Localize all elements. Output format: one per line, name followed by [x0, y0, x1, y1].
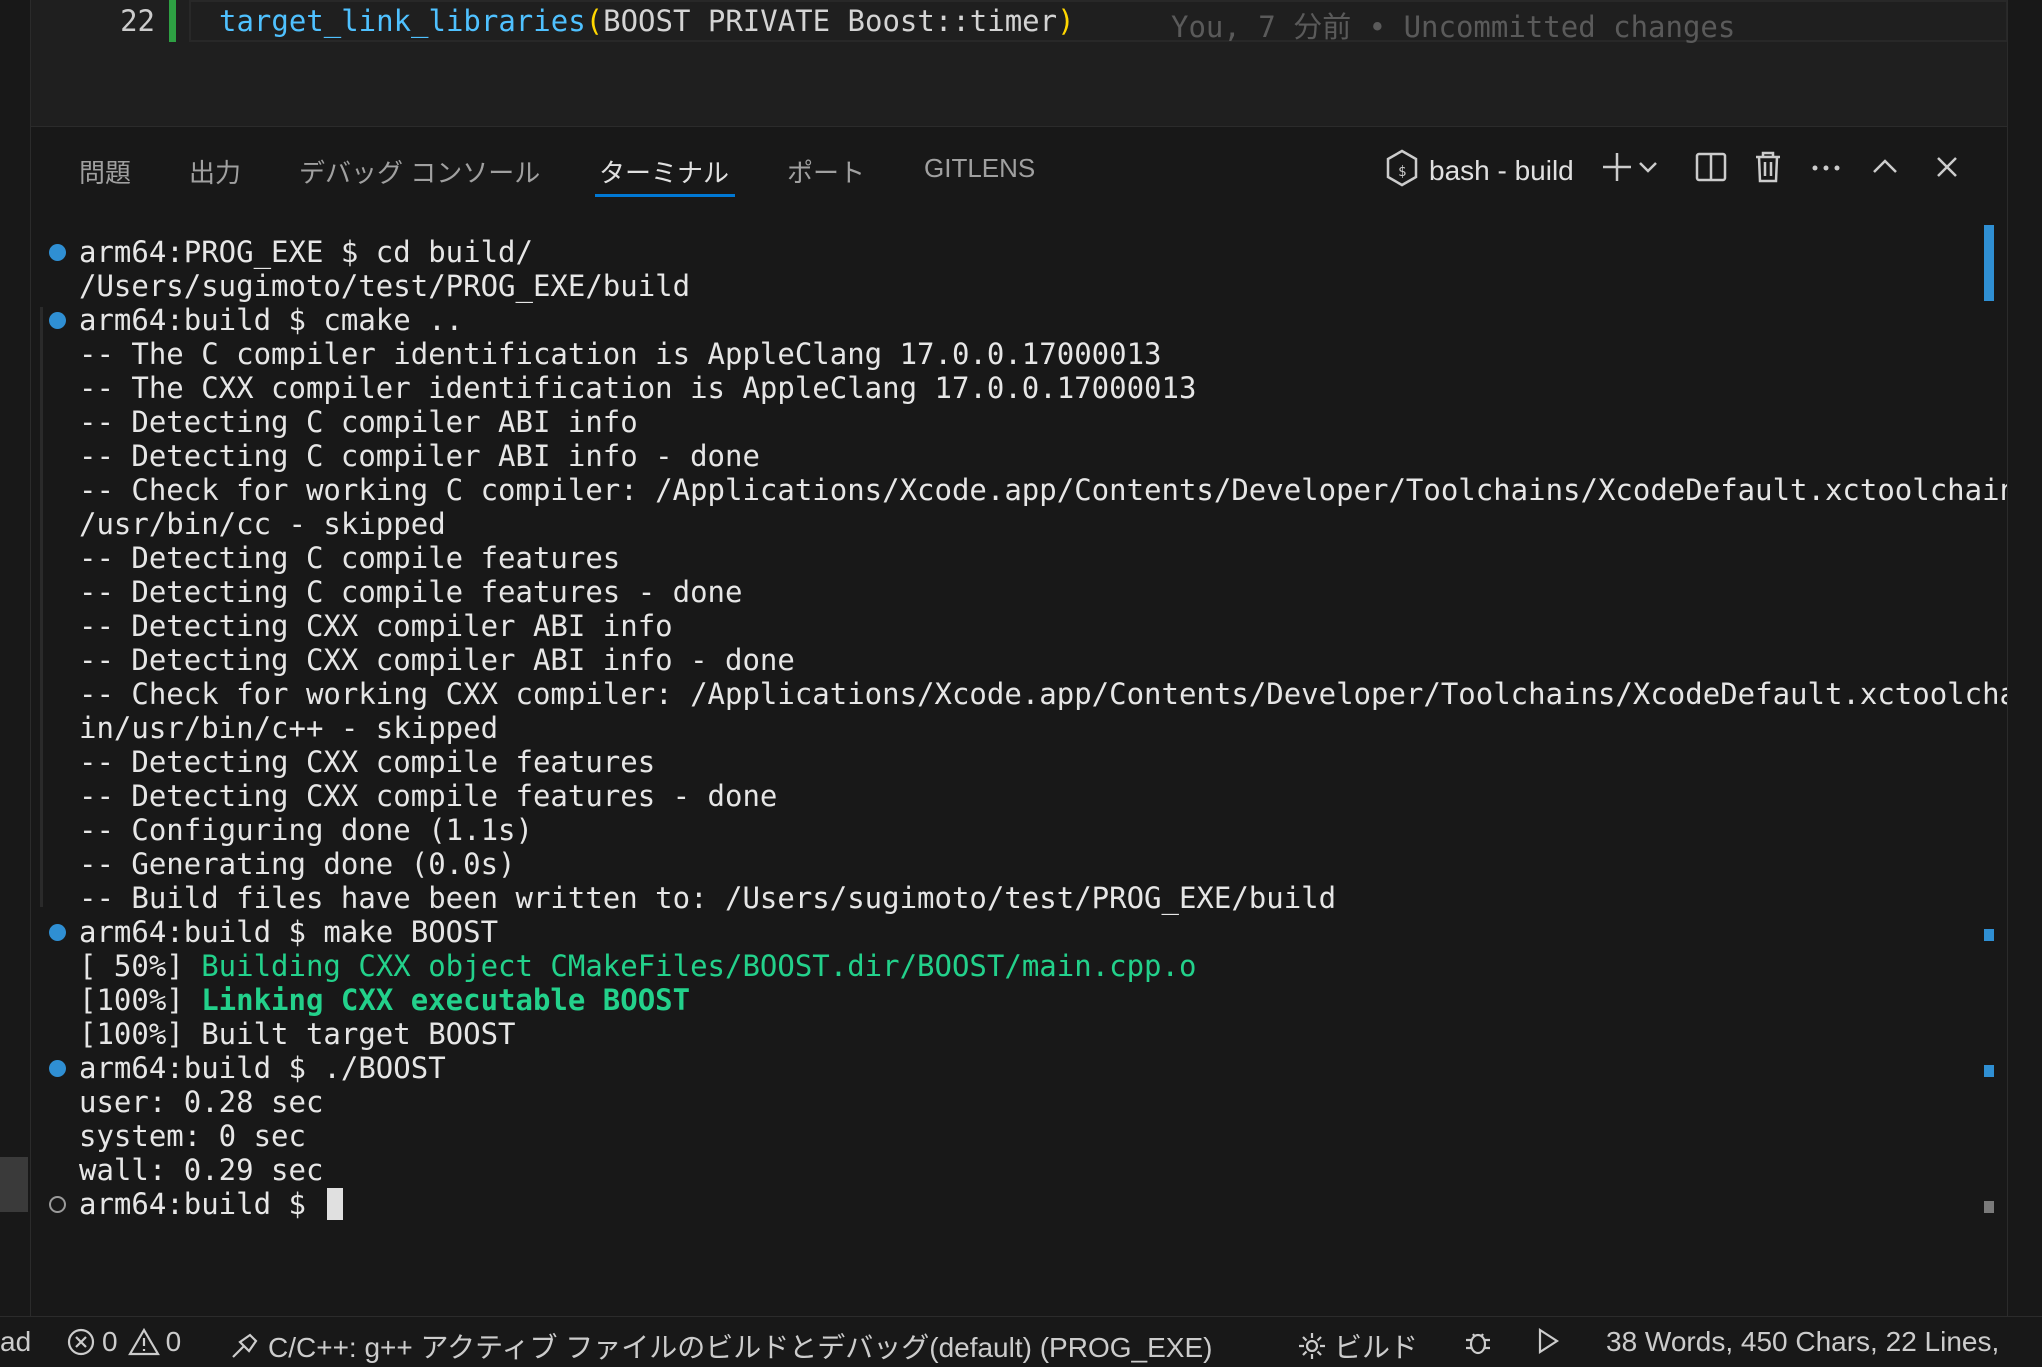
- error-icon: [67, 1328, 95, 1356]
- terminal-line: [100%] Built target BOOST: [79, 1017, 516, 1051]
- status-left-fragment[interactable]: ad: [0, 1326, 31, 1358]
- terminal-link-message: Linking CXX executable BOOST: [201, 983, 691, 1017]
- code-paren-close: ): [1057, 4, 1075, 38]
- panel-tab-bar: 問題 出力 デバッグ コンソール ターミナル ポート GITLENS $ bas…: [31, 127, 2008, 213]
- activity-bar: [0, 0, 31, 1316]
- svg-text:$: $: [1398, 164, 1406, 180]
- git-blame-annotation[interactable]: You, 7 分前 • Uncommitted changes: [1171, 4, 1735, 46]
- terminal-line: -- Configuring done (1.1s): [79, 813, 533, 847]
- git-modified-gutter[interactable]: [169, 0, 176, 42]
- terminal-line: in/usr/bin/c++ - skipped: [79, 711, 499, 745]
- scrollbar-marker: [1984, 929, 1994, 941]
- terminal-selector[interactable]: $ bash - build: [1385, 149, 1574, 192]
- terminal-prompt: arm64:build $: [79, 1187, 324, 1221]
- tab-ports[interactable]: ポート: [787, 153, 865, 190]
- terminal-line: -- Detecting C compiler ABI info - done: [79, 439, 760, 473]
- terminal-line: -- Detecting CXX compile features: [79, 745, 656, 779]
- warning-icon: [127, 1327, 160, 1356]
- terminal-line: wall: 0.29 sec: [79, 1153, 324, 1187]
- terminal-output[interactable]: arm64:PROG_EXE $ cd build/ /Users/sugimo…: [31, 227, 2017, 1316]
- code-args-token: BOOST PRIVATE Boost::timer: [603, 4, 1058, 38]
- terminal-progress: [100%]: [79, 983, 202, 1017]
- command-guide: [40, 307, 43, 907]
- error-count: 0: [102, 1326, 118, 1357]
- terminal-line: -- Detecting C compile features: [79, 541, 621, 575]
- activity-bar-indicator: [0, 1157, 28, 1212]
- terminal-line: -- Detecting C compile features - done: [79, 575, 743, 609]
- play-icon: [1538, 1327, 1560, 1355]
- terminal-prompt-line[interactable]: arm64:build $: [79, 1187, 344, 1221]
- build-label: ビルド: [1334, 1332, 1419, 1363]
- tab-terminal[interactable]: ターミナル: [599, 153, 729, 190]
- plus-icon[interactable]: [1597, 147, 1637, 187]
- tab-debug-console[interactable]: デバッグ コンソール: [299, 153, 540, 190]
- terminal-line: -- Generating done (0.0s): [79, 847, 516, 881]
- chevron-down-icon[interactable]: [1635, 147, 1661, 187]
- tab-problems[interactable]: 問題: [79, 153, 131, 190]
- terminal-line: [ 50%] Building CXX object CMakeFiles/BO…: [79, 949, 1196, 983]
- ellipsis-icon[interactable]: [1806, 147, 1846, 187]
- command-pending-decoration[interactable]: [49, 1196, 66, 1213]
- terminal-line: -- The C compiler identification is Appl…: [79, 337, 1162, 371]
- tools-icon: [232, 1333, 258, 1358]
- terminal-line: /Users/sugimoto/test/PROG_EXE/build: [79, 269, 691, 303]
- terminal-line: user: 0.28 sec: [79, 1085, 324, 1119]
- terminal-line: arm64:build $ cmake ..: [79, 303, 464, 337]
- terminal-build-message: Building CXX object CMakeFiles/BOOST.dir…: [201, 949, 1197, 983]
- terminal-line: /usr/bin/cc - skipped: [79, 507, 446, 541]
- code-line[interactable]: target_link_libraries(BOOST PRIVATE Boos…: [219, 4, 1075, 38]
- terminal-line: -- The CXX compiler identification is Ap…: [79, 371, 1197, 405]
- right-edge: [2007, 0, 2042, 1316]
- status-bar: ad 0 0 C/C++: g++ アクティブ ファイルのビルドとデバッグ(de…: [0, 1316, 2042, 1367]
- command-success-decoration[interactable]: [49, 312, 66, 329]
- terminal-line: -- Detecting CXX compiler ABI info: [79, 609, 673, 643]
- terminal-line: system: 0 sec: [79, 1119, 306, 1153]
- split-terminal-icon[interactable]: [1691, 147, 1731, 187]
- terminal-line: arm64:build $ ./BOOST: [79, 1051, 446, 1085]
- terminal-line: arm64:PROG_EXE $ cd build/: [79, 235, 533, 269]
- terminal-line: -- Check for working C compiler: /Applic…: [79, 473, 2018, 507]
- command-success-decoration[interactable]: [49, 924, 66, 941]
- warning-count: 0: [165, 1326, 182, 1357]
- run-button[interactable]: [1532, 1326, 1568, 1356]
- chevron-up-icon[interactable]: [1865, 147, 1905, 187]
- scrollbar-marker: [1984, 1201, 1994, 1213]
- editor-area[interactable]: 22 target_link_libraries(BOOST PRIVATE B…: [31, 0, 2008, 127]
- code-paren-open: (: [585, 4, 604, 38]
- terminal-line: -- Detecting C compiler ABI info: [79, 405, 638, 439]
- tab-output[interactable]: 出力: [189, 153, 241, 190]
- task-status[interactable]: C/C++: g++ アクティブ ファイルのビルドとデバッグ(default) …: [228, 1326, 1212, 1366]
- terminal-name: bash - build: [1429, 154, 1574, 186]
- scrollbar-marker: [1984, 1065, 1994, 1077]
- terminal-line: -- Detecting CXX compile features - done: [79, 779, 778, 813]
- terminal-scrollbar[interactable]: [1978, 225, 2008, 1316]
- line-number: 22: [120, 4, 155, 38]
- code-function-token: target_link_libraries: [219, 4, 586, 38]
- terminal-line: -- Build files have been written to: /Us…: [79, 881, 1337, 915]
- bottom-panel: 問題 出力 デバッグ コンソール ターミナル ポート GITLENS $ bas…: [31, 127, 2017, 1316]
- bash-terminal-icon: $: [1385, 149, 1419, 192]
- terminal-cursor: [327, 1188, 344, 1220]
- close-icon[interactable]: [1927, 147, 1967, 187]
- bug-icon: [1466, 1333, 1490, 1355]
- document-stats[interactable]: 38 Words, 450 Chars, 22 Lines,: [1606, 1326, 1999, 1358]
- trash-icon[interactable]: [1748, 147, 1788, 187]
- command-success-decoration[interactable]: [49, 1060, 66, 1077]
- build-button[interactable]: ビルド: [1296, 1326, 1418, 1366]
- active-tab-indicator: [595, 194, 735, 197]
- terminal-line: [100%] Linking CXX executable BOOST: [79, 983, 690, 1017]
- terminal-line: -- Detecting CXX compiler ABI info - don…: [79, 643, 795, 677]
- task-label: C/C++: g++ アクティブ ファイルのビルドとデバッグ(default) …: [268, 1332, 1213, 1363]
- debug-button[interactable]: [1462, 1326, 1500, 1358]
- terminal-progress: [ 50%]: [79, 949, 202, 983]
- tab-gitlens[interactable]: GITLENS: [924, 153, 1035, 184]
- command-success-decoration[interactable]: [49, 244, 66, 261]
- gear-icon: [1299, 1333, 1325, 1359]
- problems-status[interactable]: 0 0: [66, 1326, 181, 1358]
- terminal-line: -- Check for working CXX compiler: /Appl…: [79, 677, 2018, 711]
- terminal-line: arm64:build $ make BOOST: [79, 915, 499, 949]
- scrollbar-thumb[interactable]: [1984, 225, 1994, 301]
